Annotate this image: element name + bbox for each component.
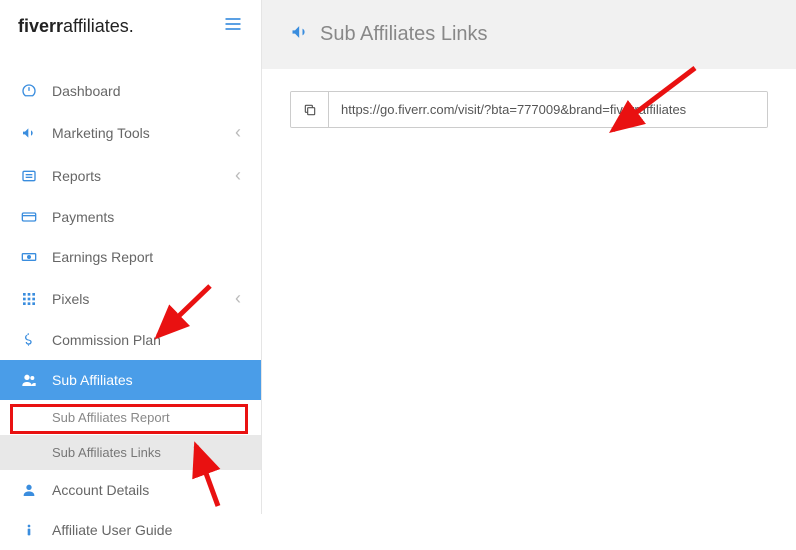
sidebar-item-label: Reports xyxy=(52,168,101,184)
logo-main: fiverr xyxy=(18,16,63,36)
sidebar-item-commission[interactable]: Commission Plan xyxy=(0,320,261,360)
sidebar-item-label: Pixels xyxy=(52,291,89,307)
sub-item-label: Sub Affiliates Report xyxy=(52,410,170,425)
sidebar-item-label: Affiliate User Guide xyxy=(52,522,172,538)
card-icon xyxy=(20,208,38,226)
sidebar-item-marketing[interactable]: Marketing Tools ‹ xyxy=(0,111,261,154)
sub-item-label: Sub Affiliates Links xyxy=(52,445,161,460)
chevron-left-icon: ‹ xyxy=(235,288,241,309)
page-title: Sub Affiliates Links xyxy=(320,23,488,46)
sidebar-item-reports[interactable]: Reports ‹ xyxy=(0,154,261,197)
logo: fiverraffiliates. xyxy=(18,16,134,37)
sidebar-item-account[interactable]: Account Details xyxy=(0,470,261,510)
sidebar-item-label: Commission Plan xyxy=(52,332,161,348)
users-icon xyxy=(20,371,38,389)
sidebar-nav: Dashboard Marketing Tools ‹ Reports ‹ xyxy=(0,53,261,550)
menu-toggle-icon[interactable] xyxy=(223,14,243,39)
affiliate-url-input[interactable] xyxy=(329,92,767,127)
grid-icon xyxy=(20,290,38,308)
sidebar-item-label: Payments xyxy=(52,209,114,225)
sidebar-item-earnings[interactable]: Earnings Report xyxy=(0,237,261,277)
copy-icon[interactable] xyxy=(291,92,329,127)
chevron-left-icon: ‹ xyxy=(235,165,241,186)
logo-sub: affiliates. xyxy=(63,16,134,36)
sidebar-item-payments[interactable]: Payments xyxy=(0,197,261,237)
sidebar-item-sub-affiliates[interactable]: Sub Affiliates xyxy=(0,360,261,400)
sidebar-item-label: Dashboard xyxy=(52,83,121,99)
sidebar-item-label: Marketing Tools xyxy=(52,125,150,141)
info-icon xyxy=(20,521,38,539)
sidebar-item-pixels[interactable]: Pixels ‹ xyxy=(0,277,261,320)
sidebar-item-label: Sub Affiliates xyxy=(52,372,133,388)
megaphone-icon xyxy=(290,22,310,47)
sidebar-item-label: Earnings Report xyxy=(52,249,153,265)
megaphone-icon xyxy=(20,124,38,142)
sidebar-sub-item-links[interactable]: Sub Affiliates Links xyxy=(0,435,261,470)
page-header: Sub Affiliates Links xyxy=(262,0,796,69)
url-box xyxy=(290,91,768,128)
sidebar-sub-item-report[interactable]: Sub Affiliates Report xyxy=(0,400,261,435)
list-icon xyxy=(20,167,38,185)
gauge-icon xyxy=(20,82,38,100)
sidebar-item-label: Account Details xyxy=(52,482,149,498)
sidebar-item-dashboard[interactable]: Dashboard xyxy=(0,71,261,111)
chevron-left-icon: ‹ xyxy=(235,122,241,143)
sidebar-item-guide[interactable]: Affiliate User Guide xyxy=(0,510,261,550)
user-icon xyxy=(20,481,38,499)
dollar-icon xyxy=(20,331,38,349)
money-icon xyxy=(20,248,38,266)
